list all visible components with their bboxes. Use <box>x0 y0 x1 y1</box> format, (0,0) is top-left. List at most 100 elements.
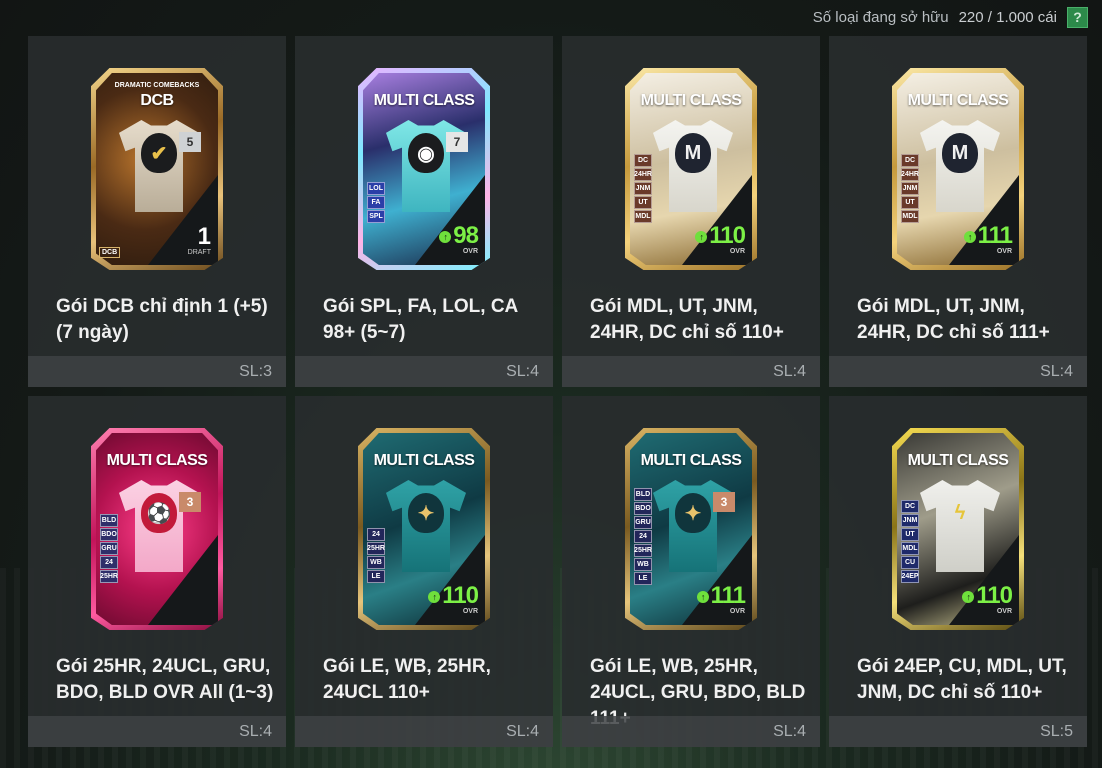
ovr-value: 111 <box>977 222 1013 249</box>
ovr-label: OVR <box>996 608 1012 615</box>
pack-tile[interactable]: MULTI CLASS ◉ 7 LOL FA SPL ↑ 98 OVR Gói SPL, FA, … <box>295 36 553 387</box>
card-level-badge: 5 <box>179 132 201 152</box>
season-tag: 24 <box>100 556 118 569</box>
ovr-rating: ↑ 111 OVR <box>963 222 1013 256</box>
season-tag: LE <box>367 570 385 583</box>
arrow-up-icon: ↑ <box>962 590 975 603</box>
ovr-label: OVR <box>996 248 1012 255</box>
card-title: MULTI CLASS <box>373 92 475 109</box>
ovr-rating: ↑ 110 OVR <box>962 584 1013 616</box>
pack-card-art: DRAMATIC COMEBACKS DCB ✔ 5 DCB 1 DRAFT <box>28 36 286 286</box>
arrow-up-icon: ↑ <box>963 230 976 243</box>
ovr-label: OVR <box>729 248 745 255</box>
season-tag: GRU <box>634 516 652 529</box>
pack-name: Gói MDL, UT, JNM, 24HR, DC chỉ số 110+ <box>590 296 784 343</box>
season-tag: MDL <box>634 210 652 223</box>
season-tag: 24 <box>367 528 385 541</box>
pack-tile[interactable]: MULTI CLASS ✦ 3 BLD BDO GRU 24 25HR WB LE ↑ 111 OVR G… <box>562 396 820 747</box>
star-crest-icon: ✦ <box>675 493 711 534</box>
pack-card-art: MULTI CLASS M DC 24HR JNM UT MDL ↑ 111 OVR <box>829 36 1087 286</box>
pack-footer: SL:4 <box>295 716 553 747</box>
card-title: MULTI CLASS <box>106 452 208 469</box>
pack-tile[interactable]: MULTI CLASS M DC 24HR JNM UT MDL ↑ 110 OVR Gói MDL… <box>562 36 820 387</box>
season-tag: WB <box>634 558 652 571</box>
season-tag-list: DC 24HR JNM UT MDL <box>634 154 652 223</box>
pack-card: MULTI CLASS M DC 24HR JNM UT MDL ↑ 111 OVR <box>892 68 1024 270</box>
pack-tile[interactable]: MULTI CLASS ϟ DC JNM UT MDL CU 24EP ↑ 110 OVR Gói 2… <box>829 396 1087 747</box>
season-tag: BDO <box>634 502 652 515</box>
season-tag: MDL <box>901 210 919 223</box>
pack-card-art: MULTI CLASS ⚽ 3 BLD BDO GRU 24 25HR <box>28 396 286 646</box>
pack-card: MULTI CLASS M DC 24HR JNM UT MDL ↑ 110 OVR <box>625 68 757 270</box>
card-title: MULTI CLASS <box>640 92 742 109</box>
pack-quantity: SL:5 <box>1040 722 1073 740</box>
pack-card-art: MULTI CLASS ◉ 7 LOL FA SPL ↑ 98 OVR <box>295 36 553 286</box>
pack-tile[interactable]: MULTI CLASS ⚽ 3 BLD BDO GRU 24 25HR Gói 25HR, 24… <box>28 396 286 747</box>
ovr-value: 110 <box>442 582 479 609</box>
season-tag: 25HR <box>367 542 385 555</box>
draft-count: 1 DRAFT <box>187 225 211 257</box>
ovr-rating: ↑ 110 OVR <box>428 582 479 616</box>
pack-quantity: SL:4 <box>773 722 806 740</box>
ovr-value: 111 <box>710 582 746 609</box>
spotlight-eye-icon: ◉ <box>408 133 444 174</box>
pack-card-art: MULTI CLASS ϟ DC JNM UT MDL CU 24EP ↑ 110 OVR <box>829 396 1087 646</box>
pack-card-art: MULTI CLASS M DC 24HR JNM UT MDL ↑ 110 OVR <box>562 36 820 286</box>
season-tag-list: 24 25HR WB LE <box>367 528 385 583</box>
season-tag-list: DC 24HR JNM UT MDL <box>901 154 919 223</box>
season-tag: 25HR <box>634 544 652 557</box>
pack-tile[interactable]: MULTI CLASS M DC 24HR JNM UT MDL ↑ 111 OVR Gói MDL… <box>829 36 1087 387</box>
season-tag: 25HR <box>100 570 118 583</box>
card-title: MULTI CLASS <box>373 452 475 469</box>
pack-tile[interactable]: MULTI CLASS ✦ 24 25HR WB LE ↑ 110 OVR Gói LE, WB,… <box>295 396 553 747</box>
pack-footer: SL:4 <box>562 356 820 387</box>
ovr-rating: ↑ 98 OVR <box>439 222 479 256</box>
owned-label: Số loại đang sở hữu <box>812 8 949 26</box>
ovr-value: 98 <box>453 222 479 249</box>
ovr-label: OVR <box>729 608 745 615</box>
arrow-up-icon: ↑ <box>695 230 708 243</box>
season-tag: GRU <box>100 542 118 555</box>
help-button[interactable]: ? <box>1067 6 1088 28</box>
pack-card-art: MULTI CLASS ✦ 24 25HR WB LE ↑ 110 OVR <box>295 396 553 646</box>
pack-card: MULTI CLASS ◉ 7 LOL FA SPL ↑ 98 OVR <box>358 68 490 270</box>
pack-quantity: SL:4 <box>239 722 272 740</box>
season-tag-list: BLD BDO GRU 24 25HR <box>100 514 118 583</box>
pack-footer: SL:4 <box>28 716 286 747</box>
pack-name: Gói 24EP, CU, MDL, UT, JNM, DC chỉ số 11… <box>857 656 1067 703</box>
season-tag: BLD <box>634 488 652 501</box>
pack-card: MULTI CLASS ✦ 24 25HR WB LE ↑ 110 OVR <box>358 428 490 630</box>
arrow-up-icon: ↑ <box>428 590 441 603</box>
arrow-up-icon: ↑ <box>696 590 709 603</box>
ovr-value: 110 <box>709 222 746 249</box>
pack-card-art: MULTI CLASS ✦ 3 BLD BDO GRU 24 25HR WB LE ↑ 111 OVR <box>562 396 820 646</box>
card-level-badge: 3 <box>179 492 201 512</box>
pack-card: MULTI CLASS ϟ DC JNM UT MDL CU 24EP ↑ 110 OVR <box>892 428 1024 630</box>
owned-count: 220 / 1.000 cái <box>958 8 1057 26</box>
season-tag: UT <box>901 528 919 541</box>
season-tag: 24HR <box>634 168 652 181</box>
pack-name: Gói SPL, FA, LOL, CA 98+ (5~7) <box>323 296 518 343</box>
card-title: MULTI CLASS <box>907 452 1009 469</box>
season-tag: DCB <box>99 247 121 258</box>
pack-tile[interactable]: DRAMATIC COMEBACKS DCB ✔ 5 DCB 1 DRAFT Gói DCB … <box>28 36 286 387</box>
football-crest-icon: ⚽ <box>141 493 177 534</box>
season-tag: JNM <box>901 182 919 195</box>
season-tag-list: DC JNM UT MDL CU 24EP <box>901 500 919 583</box>
season-tag: DC <box>901 500 919 513</box>
card-level-badge: 7 <box>446 132 468 152</box>
pack-grid: DRAMATIC COMEBACKS DCB ✔ 5 DCB 1 DRAFT Gói DCB … <box>28 36 1087 747</box>
season-tag: JNM <box>634 182 652 195</box>
pack-footer: SL:3 <box>28 356 286 387</box>
season-tag: UT <box>901 196 919 209</box>
season-tag: UT <box>634 196 652 209</box>
season-tag: DC <box>901 154 919 167</box>
season-tag: FA <box>367 196 385 209</box>
ovr-rating: ↑ 110 OVR <box>695 222 746 256</box>
pack-footer: SL:4 <box>562 716 820 747</box>
draft-label: DRAFT <box>187 249 211 256</box>
pack-name: Gói 25HR, 24UCL, GRU, BDO, BLD OVR All (… <box>56 656 274 703</box>
season-tag: JNM <box>901 514 919 527</box>
season-tag: 24HR <box>901 168 919 181</box>
season-tag: BDO <box>100 528 118 541</box>
